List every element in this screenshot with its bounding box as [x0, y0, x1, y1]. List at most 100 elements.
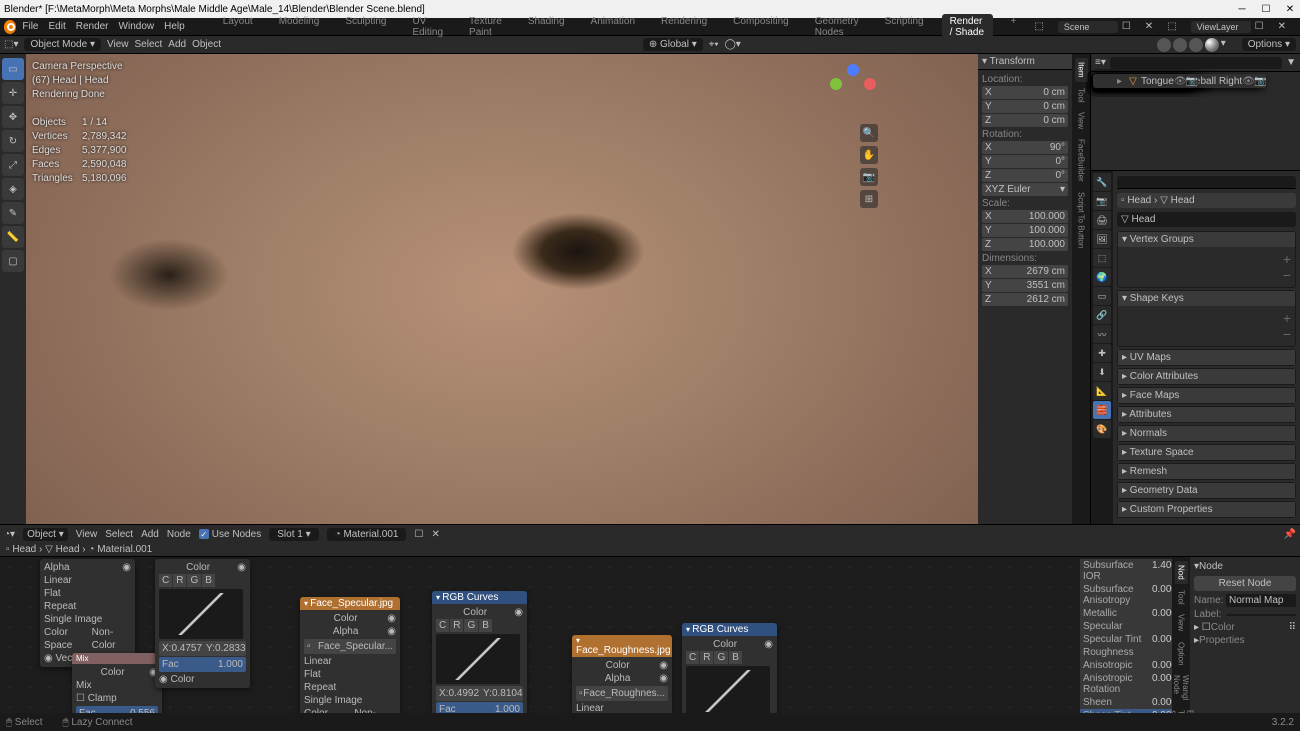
node-name-field[interactable]: Normal Map [1226, 594, 1296, 607]
axis-y-icon[interactable] [830, 78, 842, 90]
mode-selector[interactable]: Object Mode ▾ [24, 38, 101, 51]
prop-tab-11[interactable]: 📐 [1093, 382, 1111, 400]
editor-type-icon[interactable]: ⬚▾ [4, 39, 18, 50]
header-add[interactable]: Add [168, 39, 186, 50]
prop-tab-3[interactable]: 🖼 [1093, 230, 1111, 248]
menu-window[interactable]: Window [119, 21, 155, 32]
axis-z-icon[interactable] [847, 64, 859, 76]
pan-icon[interactable]: ✋ [860, 146, 878, 164]
toggle-render[interactable]: 📷 [1186, 76, 1196, 87]
nstab-wrangler[interactable]: Node Wrangl [1170, 671, 1192, 704]
ntab-facebuilder[interactable]: FaceBuilder [1075, 135, 1088, 186]
tool-annotate[interactable]: ✎ [2, 202, 24, 224]
viewlayer-field[interactable]: ViewLayer [1191, 21, 1251, 33]
prop-tab-7[interactable]: 🔗 [1093, 306, 1111, 324]
remove-icon[interactable]: − [1283, 326, 1291, 342]
pin-icon[interactable]: 📌 [1284, 529, 1296, 540]
material-name-field[interactable]: ◔ Material.001 [327, 528, 407, 541]
node-properties-row[interactable]: ▸ Properties [1194, 635, 1296, 646]
node-label-field[interactable] [1226, 614, 1296, 616]
rotation-mode[interactable]: XYZ Euler▾ [982, 183, 1068, 196]
shading-material[interactable] [1189, 38, 1203, 52]
tab-shading[interactable]: Shading [520, 14, 573, 40]
minimize-button[interactable]: ─ [1236, 4, 1248, 15]
tab-sculpting[interactable]: Sculpting [337, 14, 394, 40]
scene-browse-icon[interactable]: ⬚ [1034, 21, 1043, 32]
blender-logo-icon[interactable] [4, 20, 16, 34]
scene-new-icon[interactable]: ☐ [1122, 21, 1131, 32]
outliner-type-icon[interactable]: ≡▾ [1095, 57, 1106, 68]
orientation-selector[interactable]: ⊕ Global ▾ [643, 38, 703, 51]
options-dropdown[interactable]: Options ▾ [1242, 38, 1296, 51]
tool-rotate[interactable]: ↻ [2, 130, 24, 152]
ntab-tool[interactable]: Tool [1075, 84, 1088, 107]
outliner-filter-icon[interactable]: ▼ [1286, 57, 1296, 68]
node-view[interactable]: View [76, 529, 98, 540]
prop-tab-13[interactable]: 🎨 [1093, 420, 1111, 438]
tool-cursor[interactable]: ✛ [2, 82, 24, 104]
prop-tab-8[interactable]: 〰 [1093, 325, 1111, 343]
scene-field[interactable]: Scene [1058, 21, 1118, 33]
mesh-name-field[interactable]: ▽ Head [1117, 212, 1296, 227]
tool-scale[interactable]: ⤢ [2, 154, 24, 176]
tool-select[interactable]: ▭ [2, 58, 24, 80]
tab-uv[interactable]: UV Editing [404, 14, 451, 40]
scale-x[interactable]: X100.000 [982, 210, 1068, 223]
rotation-x[interactable]: X90° [982, 141, 1068, 154]
tool-measure[interactable]: 📏 [2, 226, 24, 248]
properties-search[interactable] [1117, 176, 1296, 188]
tab-render-shade[interactable]: Render / Shade [942, 14, 993, 40]
tab-layout[interactable]: Layout [215, 14, 261, 40]
tab-geonodes[interactable]: Geometry Nodes [807, 14, 867, 40]
viewport-3d[interactable]: Radius 25 Camera Perspective (67) Head |… [26, 54, 978, 524]
rotation-y[interactable]: Y0° [982, 155, 1068, 168]
shading-dropdown[interactable]: ▾ [1221, 38, 1226, 52]
tab-animation[interactable]: Animation [583, 14, 643, 40]
maximize-button[interactable]: ☐ [1260, 4, 1272, 15]
prop-tab-4[interactable]: ⬚ [1093, 249, 1111, 267]
nstab-option[interactable]: Option [1175, 638, 1188, 670]
node-add[interactable]: Add [141, 529, 159, 540]
node-rgbcurves-2[interactable]: ▾ RGB Curves Color ◉ CRGB X:0.4992Y:0.81… [432, 591, 527, 713]
header-select[interactable]: Select [134, 39, 162, 50]
nstab-tool[interactable]: Tool [1175, 586, 1188, 609]
location-z[interactable]: Z0 cm [982, 114, 1068, 127]
camera-icon[interactable]: 📷 [860, 168, 878, 186]
proportional-icon[interactable]: ◯▾ [725, 39, 741, 50]
prop-tab-10[interactable]: ⬇ [1093, 363, 1111, 381]
tool-transform[interactable]: ◈ [2, 178, 24, 200]
zoom-icon[interactable]: 🔍 [860, 124, 878, 142]
menu-edit[interactable]: Edit [48, 21, 65, 32]
viewlayer-del-icon[interactable]: ✕ [1278, 21, 1286, 32]
remove-icon[interactable]: − [1283, 267, 1291, 283]
use-nodes-checkbox[interactable]: ✓Use Nodes [199, 529, 261, 540]
prop-tab-0[interactable]: 🔧 [1093, 173, 1111, 191]
tool-move[interactable]: ✥ [2, 106, 24, 128]
tool-addcube[interactable]: ▢ [2, 250, 24, 272]
material-unlink-icon[interactable]: ✕ [431, 529, 439, 540]
props-breadcrumb[interactable]: ▫ Head › ▽ Head [1117, 193, 1296, 208]
scale-y[interactable]: Y100.000 [982, 224, 1068, 237]
node-select[interactable]: Select [105, 529, 133, 540]
prop-tab-2[interactable]: 🖨 [1093, 211, 1111, 229]
close-button[interactable]: ✕ [1284, 4, 1296, 15]
header-object[interactable]: Object [192, 39, 221, 50]
nstab-script[interactable]: Script To Butto [1166, 706, 1197, 713]
snap-icon[interactable]: ⌖▾ [709, 39, 719, 50]
menu-file[interactable]: File [22, 21, 38, 32]
ntab-script[interactable]: Script To Button [1075, 188, 1088, 252]
axis-x-icon[interactable] [864, 78, 876, 90]
perspective-icon[interactable]: ⊞ [860, 190, 878, 208]
shading-wireframe[interactable] [1157, 38, 1171, 52]
dimension-z[interactable]: Z2612 cm [982, 293, 1068, 306]
node-canvas[interactable]: Alpha◉ Linear Flat Repeat Single Image C… [0, 557, 1300, 713]
nstab-view[interactable]: View [1175, 610, 1188, 635]
tab-modeling[interactable]: Modeling [271, 14, 328, 40]
node-editor-type-icon[interactable]: ◔▾ [4, 529, 15, 540]
node-image-scatter[interactable]: Alpha◉ Linear Flat Repeat Single Image C… [40, 559, 135, 667]
location-x[interactable]: X0 cm [982, 86, 1068, 99]
nstab-node[interactable]: Nod [1175, 561, 1188, 584]
reset-node-button[interactable]: Reset Node [1194, 576, 1296, 591]
material-new-icon[interactable]: ☐ [414, 529, 423, 540]
scene-del-icon[interactable]: ✕ [1145, 21, 1153, 32]
